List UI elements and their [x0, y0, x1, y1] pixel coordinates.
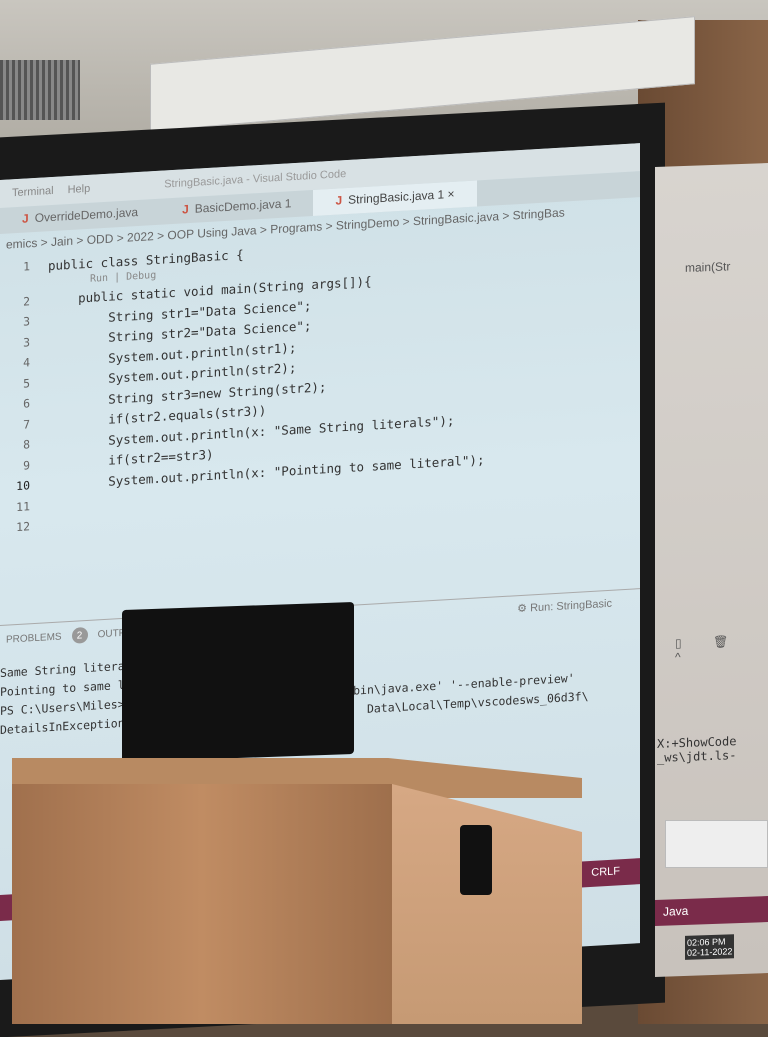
tab-label: BasicDemo.java 1 — [194, 196, 292, 216]
wall-switch — [665, 820, 768, 868]
podium-front — [12, 784, 392, 1024]
line-number: 8 — [23, 437, 30, 452]
line-number: 1 — [23, 259, 30, 274]
run-config[interactable]: ⚙ Run: StringBasic — [517, 597, 612, 615]
window-title: StringBasic.java - Visual Studio Code — [164, 168, 347, 191]
language-mode[interactable]: Java — [663, 904, 688, 919]
date: 02-11-2022 — [687, 946, 733, 958]
line-number: 3 — [23, 314, 30, 329]
line-number: 12 — [16, 519, 30, 535]
status-bar: Java — [655, 896, 768, 926]
problems-count-badge: 2 — [71, 626, 88, 644]
java-icon: J — [182, 202, 189, 217]
java-icon: J — [22, 211, 29, 226]
line-number: 6 — [23, 396, 30, 411]
menu-help[interactable]: Help — [68, 183, 91, 196]
code-editor[interactable]: 1 public class StringBasic {Run | Debug 2 … — [0, 221, 640, 538]
panel-icons: ▯ 🗑 ^ — [675, 633, 743, 665]
line-number: 2 — [23, 294, 30, 309]
line-number: 3 — [23, 335, 30, 350]
close-icon[interactable]: × — [448, 187, 455, 201]
ceiling-vent — [0, 60, 80, 120]
line-number: 5 — [23, 376, 30, 391]
podium-side — [392, 784, 582, 1024]
terminal-line: _ws\jdt.ls- — [657, 748, 737, 765]
java-icon: J — [335, 193, 343, 208]
laptop — [122, 601, 354, 763]
line-number: 10 — [16, 478, 30, 494]
menu-terminal[interactable]: Terminal — [12, 185, 54, 199]
line-number: 7 — [23, 417, 30, 432]
line-ending[interactable]: CRLF — [591, 865, 620, 879]
microphone — [460, 825, 492, 895]
line-number: 4 — [23, 355, 30, 370]
run-label: Run: StringBasic — [530, 597, 612, 615]
tab-label: StringBasic.java 1 — [348, 187, 445, 207]
tab-label: OverrideDemo.java — [34, 205, 139, 225]
tab-problems[interactable]: PROBLEMS — [6, 631, 62, 645]
clock: 02:06 PM 02-11-2022 — [685, 934, 735, 960]
line-number: 9 — [23, 458, 30, 473]
line-number: 11 — [16, 499, 30, 514]
podium — [12, 758, 582, 1024]
method-breadcrumb: main(Str — [685, 259, 731, 275]
